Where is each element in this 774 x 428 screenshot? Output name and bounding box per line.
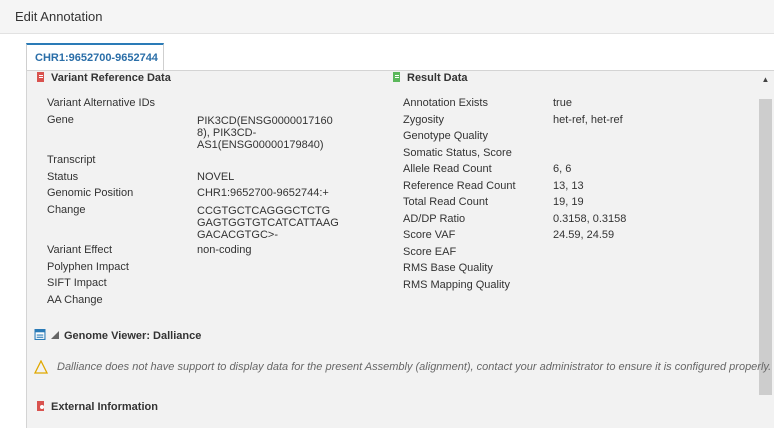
rd-label: Somatic Status, Score: [403, 147, 512, 159]
window-icon: [34, 329, 46, 340]
rd-label: RMS Mapping Quality: [403, 279, 510, 291]
rd-label: Score VAF: [403, 229, 456, 241]
vrd-label: Status: [47, 171, 79, 183]
vrd-label: Variant Effect: [47, 244, 113, 256]
vrd-label: SIFT Impact: [47, 277, 107, 289]
document-green-icon: [393, 72, 400, 82]
vrd-label: Genomic Position: [47, 187, 134, 199]
rd-label: Allele Read Count: [403, 163, 492, 175]
warning-triangle-icon: [34, 360, 48, 374]
rd-value: 24.59, 24.59: [553, 229, 615, 241]
result-data-title: Result Data: [407, 72, 468, 84]
document-red-icon: [37, 72, 44, 82]
gene-line-1: PIK3CD(ENSG0000017160: [197, 115, 333, 127]
rd-value: 13, 13: [553, 180, 584, 192]
vrd-value: CCGTGCTCAGGGCTCTG GAGTGGTGTCATCATTAAG GA…: [197, 205, 339, 241]
rd-value: 0.3158, 0.3158: [553, 213, 627, 225]
rd-value: het-ref, het-ref: [553, 114, 623, 126]
rd-value: 6, 6: [553, 163, 572, 175]
collapse-caret-icon[interactable]: ▲: [759, 74, 772, 86]
vrd-label: Transcript: [47, 154, 96, 166]
vrd-label: Polyphen Impact: [47, 261, 129, 273]
variant-reference-header: Variant Reference Data: [36, 72, 171, 84]
gene-line-3: AS1(ENSG00000179840): [197, 139, 324, 151]
rd-label: Score EAF: [403, 246, 457, 258]
result-data-header: Result Data: [392, 72, 468, 84]
link-red-icon: [37, 401, 44, 411]
rd-label: RMS Base Quality: [403, 262, 493, 274]
change-line-2: GAGTGGTGTCATCATTAAG: [197, 217, 339, 229]
rd-label: Total Read Count: [403, 196, 488, 208]
change-line-1: CCGTGCTCAGGGCTCTG: [197, 205, 331, 217]
annotation-panel: [26, 70, 774, 428]
rd-label: Annotation Exists: [403, 97, 488, 109]
rd-label: Genotype Quality: [403, 130, 488, 142]
external-information-header[interactable]: External Information: [36, 401, 158, 413]
vrd-value: PIK3CD(ENSG0000017160 8), PIK3CD- AS1(EN…: [197, 115, 333, 151]
tab-label: CHR1:9652700-9652744: [35, 52, 158, 64]
dialog-titlebar: Edit Annotation: [0, 0, 774, 34]
change-line-3: GACACGTGC>-: [197, 229, 278, 241]
tab-chr-region[interactable]: CHR1:9652700-9652744: [26, 43, 164, 71]
gene-line-2: 8), PIK3CD-: [197, 127, 257, 139]
collapse-triangle-icon: [51, 331, 59, 339]
rd-label: AD/DP Ratio: [403, 213, 466, 225]
dialog-title: Edit Annotation: [15, 9, 103, 24]
rd-label: Zygosity: [403, 114, 444, 126]
rd-value: 19, 19: [553, 196, 584, 208]
variant-reference-title: Variant Reference Data: [51, 72, 171, 84]
vrd-value: non-coding: [197, 244, 252, 256]
rd-value: true: [553, 97, 572, 109]
vrd-value: NOVEL: [197, 171, 235, 183]
vrd-label: Variant Alternative IDs: [47, 97, 156, 109]
vrd-label: AA Change: [47, 294, 103, 306]
vrd-value: CHR1:9652700-9652744:+: [197, 187, 329, 199]
external-information-title: External Information: [51, 401, 158, 413]
genome-viewer-title: Genome Viewer: Dalliance: [64, 330, 202, 342]
vrd-label: Change: [47, 204, 86, 216]
rd-label: Reference Read Count: [403, 180, 516, 192]
genome-viewer-header[interactable]: Genome Viewer: Dalliance: [34, 329, 201, 342]
vrd-label: Gene: [47, 114, 74, 126]
scrollbar[interactable]: [759, 99, 772, 395]
genome-viewer-warning: Dalliance does not have support to displ…: [57, 361, 772, 373]
